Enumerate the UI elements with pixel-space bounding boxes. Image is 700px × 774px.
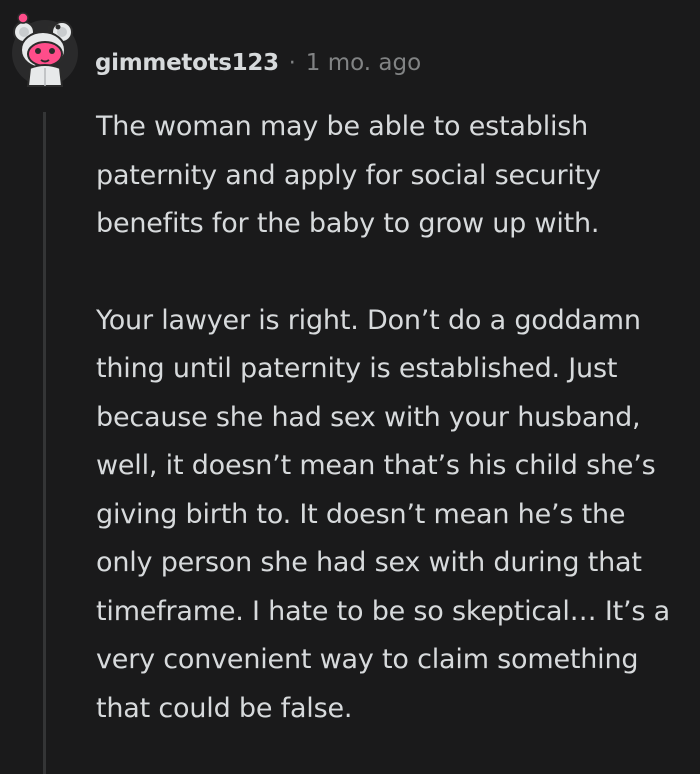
user-avatar[interactable]	[10, 10, 80, 90]
snoo-avatar-icon	[12, 12, 78, 87]
comment-body: The woman may be able to establish pater…	[96, 103, 686, 733]
comment-paragraph: The woman may be able to establish pater…	[96, 111, 601, 239]
comment: gimmetots123 · 1 mo. ago The woman may b…	[0, 0, 700, 774]
thread-collapse-line[interactable]	[43, 112, 46, 774]
comment-meta: gimmetots123 · 1 mo. ago	[95, 46, 421, 80]
username-link[interactable]: gimmetots123	[95, 50, 279, 76]
meta-separator: ·	[288, 50, 296, 76]
comment-paragraph: Your lawyer is right. Don’t do a goddamn…	[96, 304, 670, 724]
comment-timestamp[interactable]: 1 mo. ago	[306, 50, 421, 76]
